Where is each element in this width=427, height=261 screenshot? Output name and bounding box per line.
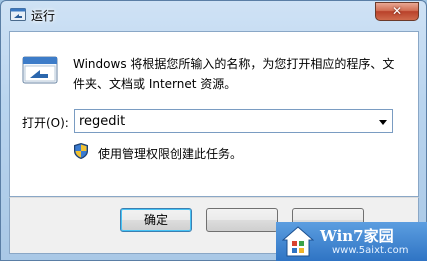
uac-shield-icon — [74, 143, 88, 159]
chevron-down-icon — [379, 120, 387, 125]
watermark-title: Win7家园 — [320, 227, 394, 245]
house-logo-icon — [282, 226, 314, 257]
ok-button[interactable]: 确定 — [120, 208, 192, 232]
close-button[interactable]: ✕ — [375, 2, 419, 21]
run-program-icon — [22, 56, 58, 84]
window-title: 运行 — [31, 9, 56, 23]
admin-notice: 使用管理权限创建此任务。 — [98, 147, 243, 161]
watermark-url: www.5aixt.com — [332, 245, 409, 256]
title-bar[interactable]: 运行 ✕ — [1, 1, 426, 31]
command-input[interactable] — [75, 110, 375, 132]
open-label: 打开(O): — [22, 116, 69, 130]
command-combobox[interactable] — [74, 109, 393, 133]
watermark-badge: Win7家园 www.5aixt.com — [276, 222, 427, 261]
run-icon — [10, 8, 26, 21]
dropdown-button[interactable] — [374, 110, 392, 132]
dialog-content: Windows 将根据您所输入的名称，为您打开相应的程序、文件夹、文档或 Int… — [9, 31, 419, 197]
cancel-button[interactable] — [206, 208, 278, 232]
close-icon: ✕ — [391, 4, 403, 18]
description-text: Windows 将根据您所输入的名称，为您打开相应的程序、文件夹、文档或 Int… — [73, 57, 395, 91]
